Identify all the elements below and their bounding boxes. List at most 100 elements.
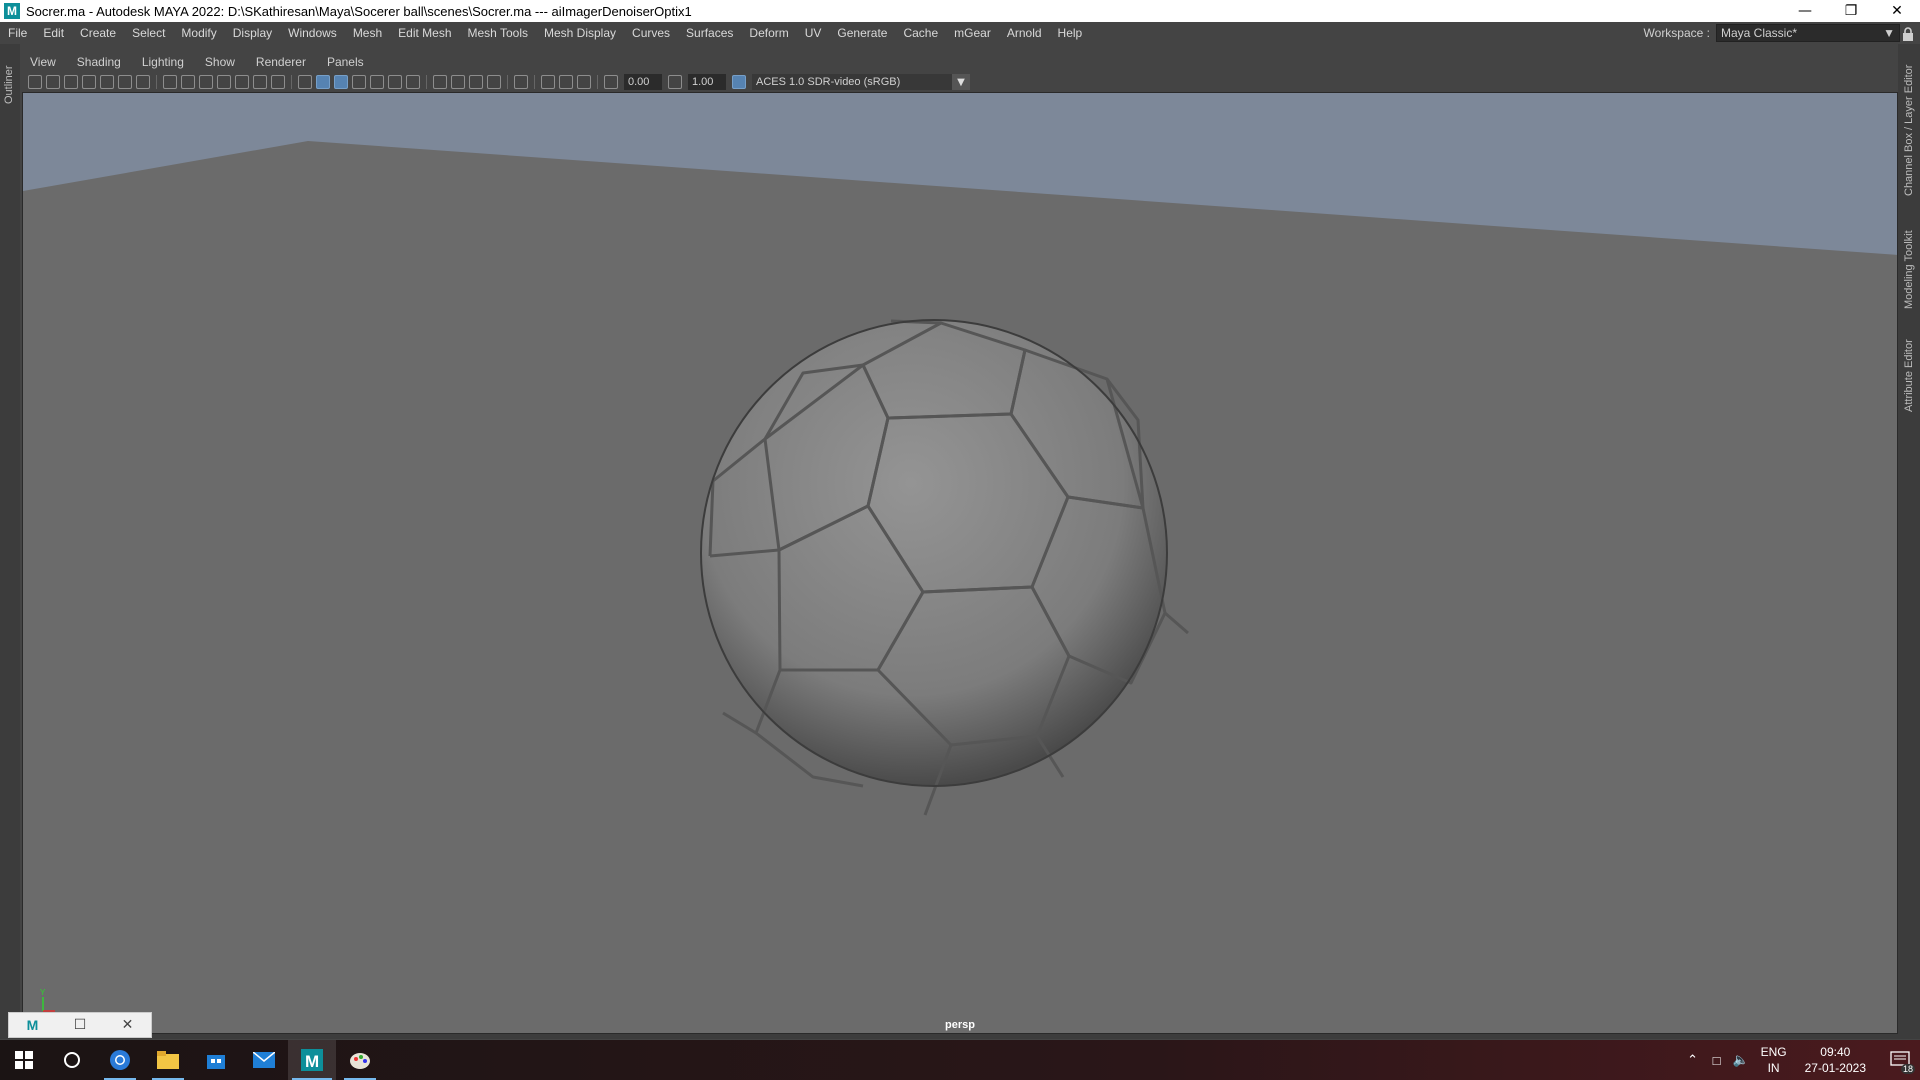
- grease-pencil-icon[interactable]: [136, 75, 150, 89]
- attribute-editor-tab[interactable]: Attribute Editor: [1903, 339, 1915, 412]
- menu-display[interactable]: Display: [225, 26, 280, 40]
- panel-menu-show[interactable]: Show: [195, 55, 246, 69]
- notifications-icon[interactable]: 18: [1880, 1040, 1920, 1080]
- select-camera-icon[interactable]: [28, 75, 42, 89]
- window-title: Socrer.ma - Autodesk MAYA 2022: D:\SKath…: [26, 3, 692, 19]
- menu-edit[interactable]: Edit: [35, 26, 72, 40]
- gamma-icon[interactable]: [668, 75, 682, 89]
- safe-action-icon[interactable]: [253, 75, 267, 89]
- anti-aliasing-icon[interactable]: [469, 75, 483, 89]
- textured-icon[interactable]: [370, 75, 384, 89]
- maya-icon[interactable]: M: [288, 1040, 336, 1080]
- screen-space-ao-icon[interactable]: [433, 75, 447, 89]
- maya-small-icon[interactable]: M: [27, 1017, 39, 1033]
- panel-menu-view[interactable]: View: [20, 55, 67, 69]
- isolate-select-icon[interactable]: [514, 75, 528, 89]
- left-dock-strip: Outliner: [0, 44, 20, 1037]
- perspective-viewport[interactable]: Y persp: [22, 92, 1898, 1034]
- panel-menu-panels[interactable]: Panels: [317, 55, 375, 69]
- modeling-toolkit-tab[interactable]: Modeling Toolkit: [1903, 230, 1915, 309]
- panel-menu-lighting[interactable]: Lighting: [132, 55, 195, 69]
- close-icon[interactable]: ✕: [122, 1017, 134, 1033]
- gamma-field[interactable]: 1.00: [688, 74, 726, 90]
- menu-surfaces[interactable]: Surfaces: [678, 26, 741, 40]
- clock[interactable]: 09:40 27-01-2023: [1805, 1044, 1866, 1076]
- windows-start-icon[interactable]: [0, 1040, 48, 1080]
- motion-blur-icon[interactable]: [451, 75, 465, 89]
- minimize-button[interactable]: —: [1782, 0, 1828, 22]
- menu-file[interactable]: File: [0, 26, 35, 40]
- menu-deform[interactable]: Deform: [741, 26, 796, 40]
- exposure-icon[interactable]: [604, 75, 618, 89]
- use-lights-icon[interactable]: [388, 75, 402, 89]
- mail-icon[interactable]: [240, 1040, 288, 1080]
- menu-arnold[interactable]: Arnold: [999, 26, 1050, 40]
- menu-curves[interactable]: Curves: [624, 26, 678, 40]
- restore-button[interactable]: ❐: [1828, 0, 1874, 22]
- minimized-maya-window[interactable]: M ☐ ✕: [8, 1012, 152, 1038]
- workspace-dropdown[interactable]: Maya Classic* ▼: [1716, 24, 1900, 42]
- region-code: IN: [1767, 1061, 1780, 1075]
- menu-help[interactable]: Help: [1050, 26, 1091, 40]
- menu-create[interactable]: Create: [72, 26, 124, 40]
- volume-icon[interactable]: 🔈: [1729, 1040, 1753, 1080]
- network-icon[interactable]: □: [1705, 1040, 1729, 1080]
- language-indicator[interactable]: ENG IN: [1761, 1044, 1787, 1076]
- menu-uv[interactable]: UV: [797, 26, 830, 40]
- menu-select[interactable]: Select: [124, 26, 173, 40]
- field-chart-icon[interactable]: [235, 75, 249, 89]
- outliner-tab[interactable]: Outliner: [3, 65, 15, 104]
- film-gate-icon[interactable]: [181, 75, 195, 89]
- xray-icon[interactable]: [352, 75, 366, 89]
- paint-icon[interactable]: [336, 1040, 384, 1080]
- close-button[interactable]: ✕: [1874, 0, 1920, 22]
- menu-windows[interactable]: Windows: [280, 26, 345, 40]
- toolbar-separator: [426, 75, 427, 89]
- menu-modify[interactable]: Modify: [173, 26, 224, 40]
- chevron-up-icon[interactable]: ⌃: [1681, 1040, 1705, 1080]
- notification-count: 18: [1900, 1064, 1915, 1074]
- wireframe-icon[interactable]: [298, 75, 312, 89]
- resolution-gate-icon[interactable]: [199, 75, 213, 89]
- gate-mask-icon[interactable]: [217, 75, 231, 89]
- exposure-field[interactable]: 0.00: [624, 74, 662, 90]
- backface-culling-icon[interactable]: [577, 75, 591, 89]
- menu-edit-mesh[interactable]: Edit Mesh: [390, 26, 459, 40]
- 2d-pan-zoom-icon[interactable]: [118, 75, 132, 89]
- menu-mesh-display[interactable]: Mesh Display: [536, 26, 624, 40]
- wireframe-on-shaded-icon[interactable]: [334, 75, 348, 89]
- restore-icon[interactable]: ☐: [74, 1017, 87, 1033]
- depth-of-field-icon[interactable]: [487, 75, 501, 89]
- shadows-icon[interactable]: [406, 75, 420, 89]
- panel-menu-shading[interactable]: Shading: [67, 55, 132, 69]
- image-plane-icon[interactable]: [100, 75, 114, 89]
- menu-mesh-tools[interactable]: Mesh Tools: [460, 26, 536, 40]
- safe-title-icon[interactable]: [271, 75, 285, 89]
- search-circle-icon[interactable]: [48, 1040, 96, 1080]
- chrome-icon[interactable]: [96, 1040, 144, 1080]
- menu-generate[interactable]: Generate: [829, 26, 895, 40]
- file-explorer-icon[interactable]: [144, 1040, 192, 1080]
- smooth-shade-icon[interactable]: [316, 75, 330, 89]
- bookmarks-icon[interactable]: [64, 75, 78, 89]
- store-icon[interactable]: [192, 1040, 240, 1080]
- menu-mgear[interactable]: mGear: [946, 26, 999, 40]
- color-space-dropdown[interactable]: ACES 1.0 SDR-video (sRGB): [752, 74, 952, 90]
- color-management-icon[interactable]: [732, 75, 746, 89]
- panel-menu-renderer[interactable]: Renderer: [246, 55, 317, 69]
- panel-menu-bar: View Shading Lighting Show Renderer Pane…: [20, 52, 1898, 72]
- lock-icon[interactable]: [1902, 27, 1914, 41]
- grid-icon[interactable]: [163, 75, 177, 89]
- chevron-down-icon[interactable]: ▼: [952, 74, 970, 90]
- menu-cache[interactable]: Cache: [895, 26, 946, 40]
- menu-mesh[interactable]: Mesh: [345, 26, 390, 40]
- main-menu-bar: File Edit Create Select Modify Display W…: [0, 22, 1920, 44]
- title-bar: M Socrer.ma - Autodesk MAYA 2022: D:\SKa…: [0, 0, 1920, 22]
- bookmark-icon[interactable]: [82, 75, 96, 89]
- toolbar-separator: [291, 75, 292, 89]
- camera-attributes-icon[interactable]: [46, 75, 60, 89]
- channel-box-tab[interactable]: Channel Box / Layer Editor: [1903, 65, 1915, 196]
- xray-joints-icon[interactable]: [541, 75, 555, 89]
- xray-active-icon[interactable]: [559, 75, 573, 89]
- camera-name-label: persp: [945, 1019, 975, 1031]
